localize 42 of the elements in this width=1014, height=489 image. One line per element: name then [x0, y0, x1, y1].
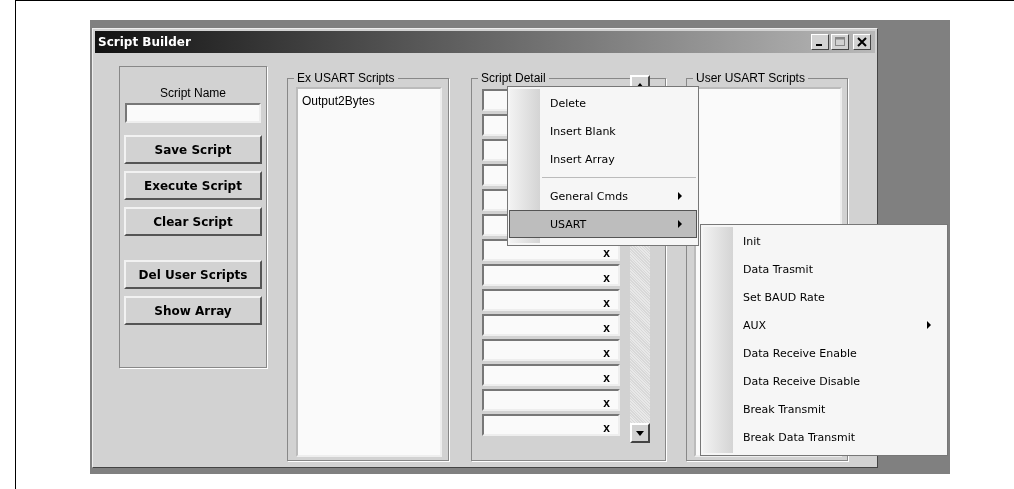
step-field[interactable]: x: [482, 264, 620, 286]
step-field[interactable]: x: [482, 289, 620, 311]
menu-item[interactable]: Data Receive Enable: [702, 339, 946, 367]
menu-item[interactable]: USART: [509, 210, 697, 238]
menu-item[interactable]: Break Transmit: [702, 395, 946, 423]
group-title: Ex USART Scripts: [294, 71, 398, 85]
action-button[interactable]: Show Array: [124, 296, 262, 325]
menu-item[interactable]: Insert Blank: [509, 117, 697, 145]
action-button[interactable]: Save Script: [124, 135, 262, 164]
step-field[interactable]: x: [482, 389, 620, 411]
close-button[interactable]: [853, 34, 871, 50]
group-title: User USART Scripts: [693, 71, 808, 85]
submenu-arrow-icon: [678, 192, 682, 200]
action-button[interactable]: Clear Script: [124, 207, 262, 236]
maximize-button[interactable]: [831, 34, 849, 50]
scroll-down-icon[interactable]: [630, 423, 650, 443]
list-item[interactable]: Output2Bytes: [302, 94, 436, 108]
step-field[interactable]: x: [482, 414, 620, 436]
submenu-arrow-icon: [678, 220, 682, 228]
script-name-label: Script Name: [160, 86, 226, 100]
menu-item[interactable]: General Cmds: [509, 182, 697, 210]
menu-item[interactable]: Data Trasmit: [702, 255, 946, 283]
group-title: Script Detail: [478, 71, 549, 85]
step-field[interactable]: x: [482, 314, 620, 336]
minimize-button[interactable]: [811, 34, 829, 50]
script-name-field[interactable]: [125, 103, 261, 123]
maximize-icon: [835, 37, 845, 47]
submenu-arrow-icon: [927, 321, 931, 329]
action-button[interactable]: Execute Script: [124, 171, 262, 200]
step-field[interactable]: x: [482, 364, 620, 386]
menu-item[interactable]: Set BAUD Rate: [702, 283, 946, 311]
minimize-icon: [816, 44, 822, 46]
close-icon: [857, 37, 867, 47]
menu-item[interactable]: Break Data Transmit: [702, 423, 946, 451]
action-button[interactable]: Del User Scripts: [124, 260, 262, 289]
menu-item[interactable]: Data Receive Disable: [702, 367, 946, 395]
menu-item[interactable]: Init: [702, 227, 946, 255]
step-field[interactable]: x: [482, 339, 620, 361]
menu-item[interactable]: AUX: [702, 311, 946, 339]
menu-item[interactable]: Insert Array: [509, 145, 697, 173]
window-title: Script Builder: [98, 35, 191, 49]
menu-item[interactable]: Delete: [509, 89, 697, 117]
